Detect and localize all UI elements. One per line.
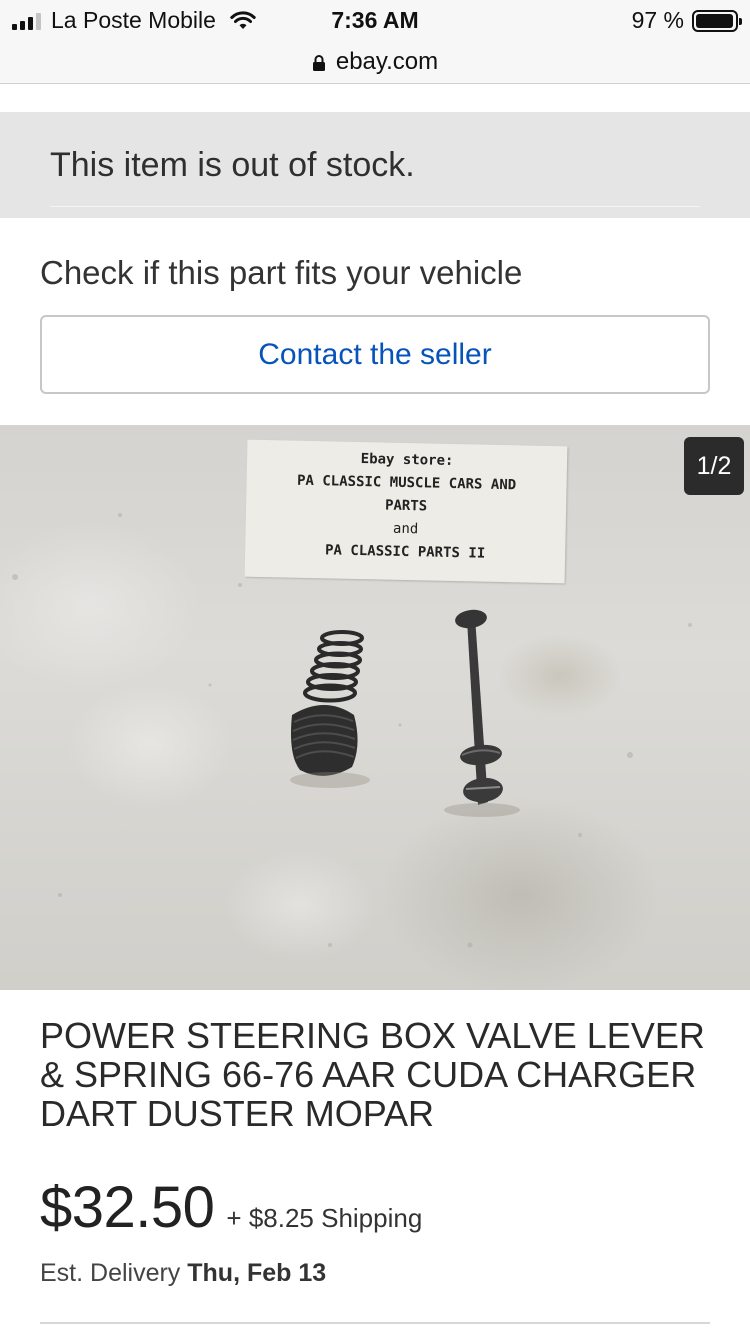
store-note: Ebay store: PA CLASSIC MUSCLE CARS AND P… [244, 439, 568, 584]
battery-icon [692, 9, 742, 32]
out-of-stock-banner: This item is out of stock. [0, 112, 750, 218]
fitment-title: Check if this part fits your vehicle [40, 254, 523, 291]
image-counter[interactable]: 1/2 [684, 437, 744, 495]
url-text: ebay.com [335, 47, 439, 75]
divider [40, 1322, 710, 1324]
status-bar-right: 97 % [631, 7, 742, 34]
address-bar[interactable]: ebay.com [0, 40, 750, 84]
shipping-cost: + $8.25 Shipping [226, 1203, 423, 1233]
out-of-stock-text: This item is out of stock. [50, 146, 415, 184]
contact-seller-button[interactable]: Contact the seller [40, 315, 710, 394]
item-price: $32.50 [40, 1175, 215, 1240]
delivery-label: Est. Delivery [40, 1259, 188, 1287]
status-bar: La Poste Mobile 7:36 AM 97 % [0, 0, 750, 40]
delivery-date: Thu, Feb 13 [187, 1259, 327, 1287]
battery-percent: 97 % [631, 7, 684, 33]
price-row: $32.50 + $8.25 Shipping [40, 1174, 422, 1241]
lock-icon [312, 54, 325, 71]
product-image[interactable]: Ebay store: PA CLASSIC MUSCLE CARS AND P… [0, 425, 750, 990]
divider [50, 206, 700, 207]
estimated-delivery: Est. Delivery Thu, Feb 13 [40, 1259, 326, 1288]
listing-title: POWER STEERING BOX VALVE LEVER & SPRING … [40, 1015, 705, 1134]
